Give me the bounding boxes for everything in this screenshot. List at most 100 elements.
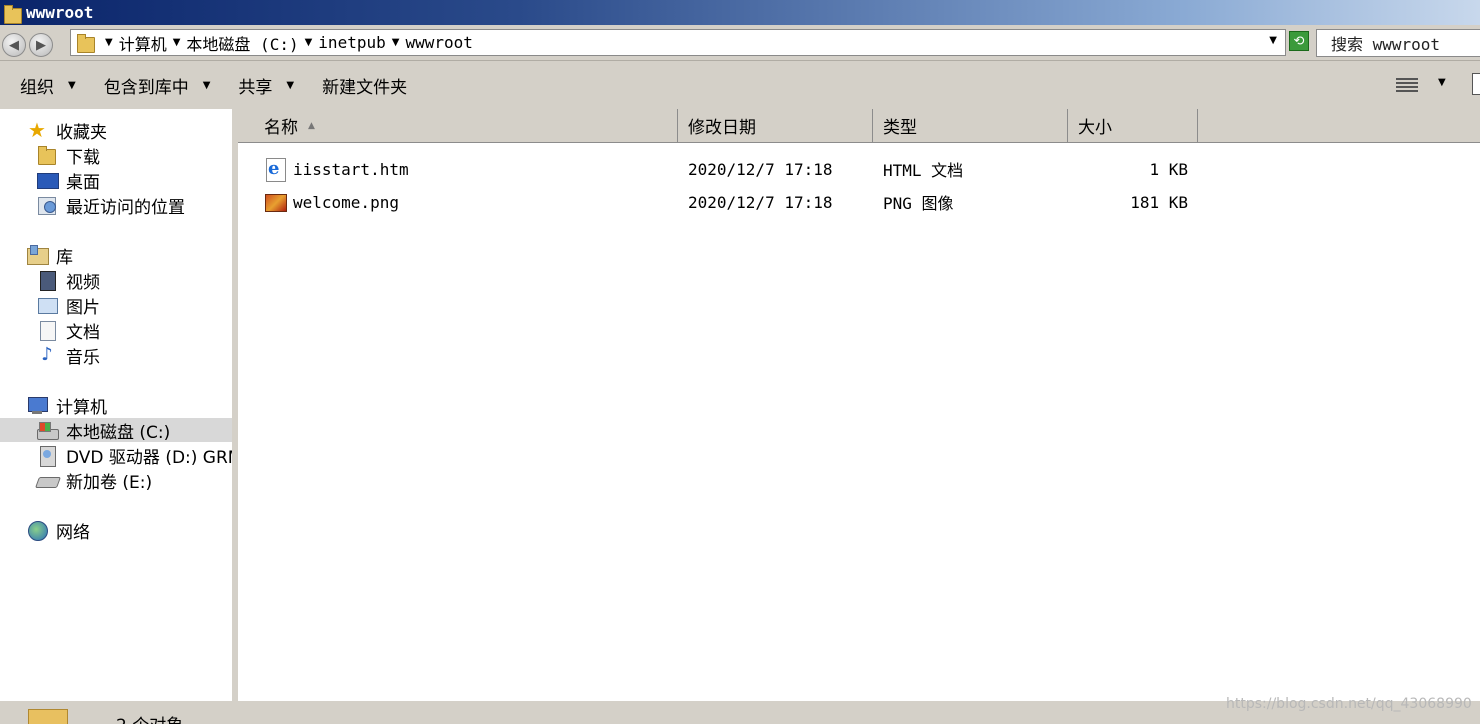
sidebar-item-pictures[interactable]: 图片 <box>36 293 100 318</box>
column-header-label: 类型 <box>883 118 917 138</box>
organize-label: 组织 <box>20 77 54 98</box>
sidebar-item-label: 桌面 <box>66 172 100 193</box>
breadcrumb-inetpub[interactable]: inetpub <box>318 33 385 52</box>
chevron-down-icon[interactable]: ▼ <box>105 37 113 48</box>
table-row[interactable]: welcome.png 2020/12/7 17:18 PNG 图像 181 K… <box>238 186 1480 218</box>
sidebar-item-network[interactable]: 网络 <box>26 518 90 543</box>
command-bar: 组织 ▼ 包含到库中 ▼ 共享 ▼ 新建文件夹 ▼ <box>0 61 1480 109</box>
file-type: PNG 图像 <box>883 194 954 213</box>
sidebar-item-label: 库 <box>56 247 73 268</box>
file-list: 名称 ▲ 修改日期 类型 大小 iisstart.htm 2020/12/7 1… <box>238 109 1480 701</box>
search-input[interactable]: 搜索 wwwroot <box>1316 29 1480 57</box>
network-icon <box>26 520 48 541</box>
sidebar-item-dvd-drive-d[interactable]: DVD 驱动器 (D:) GRM <box>36 443 232 468</box>
sidebar-item-label: 下载 <box>66 147 100 168</box>
sidebar-item-label: 计算机 <box>56 397 107 418</box>
column-header-label: 名称 <box>264 118 298 138</box>
watermark: https://blog.csdn.net/qq_43068990 <box>1226 696 1472 712</box>
recent-places-icon <box>36 195 58 215</box>
file-name: iisstart.htm <box>293 159 409 179</box>
sidebar-item-local-disk-c[interactable]: 本地磁盘 (C:) <box>0 418 232 443</box>
status-text: 2 个对象 <box>116 711 183 724</box>
file-size: 1 KB <box>1149 159 1188 179</box>
arrow-left-icon: ◀ <box>9 37 19 53</box>
folder-icon <box>28 709 68 724</box>
title-bar: wwwroot <box>0 0 1480 25</box>
dvd-drive-icon <box>36 445 58 467</box>
sidebar-item-label: 新加卷 (E:) <box>66 472 153 493</box>
chevron-down-icon: ▼ <box>286 79 295 91</box>
sidebar-item-downloads[interactable]: 下载 <box>36 143 100 168</box>
local-disk-icon <box>36 420 59 440</box>
sidebar-item-favorites[interactable]: ★ 收藏夹 <box>26 118 107 143</box>
sidebar-item-label: 文档 <box>66 322 100 343</box>
include-in-library-button[interactable]: 包含到库中 ▼ <box>104 73 211 98</box>
window-title: wwwroot <box>26 3 94 22</box>
column-header-name[interactable]: 名称 ▲ <box>238 109 678 143</box>
sidebar-item-videos[interactable]: 视频 <box>36 268 100 293</box>
chevron-down-icon[interactable]: ▼ <box>173 37 181 48</box>
share-label: 共享 <box>238 77 273 98</box>
drive-icon <box>36 470 58 490</box>
share-button[interactable]: 共享 ▼ <box>238 73 294 98</box>
star-icon: ★ <box>28 118 46 142</box>
table-row[interactable]: iisstart.htm 2020/12/7 17:18 HTML 文档 1 K… <box>238 153 1480 185</box>
sidebar-item-label: 视频 <box>66 272 100 293</box>
sidebar-item-recent-places[interactable]: 最近访问的位置 <box>36 193 185 218</box>
address-history-dropdown[interactable]: ▼ <box>1269 35 1277 46</box>
forward-button[interactable]: ▶ <box>29 33 53 57</box>
new-folder-button[interactable]: 新建文件夹 <box>322 73 407 98</box>
sidebar-item-documents[interactable]: 文档 <box>36 318 100 343</box>
new-folder-label: 新建文件夹 <box>322 77 408 98</box>
desktop-icon <box>36 170 59 190</box>
column-header-type[interactable]: 类型 <box>873 109 1068 143</box>
column-header-label: 大小 <box>1078 118 1112 138</box>
png-image-icon <box>264 191 287 213</box>
ie-document-icon <box>264 158 286 182</box>
sidebar-item-label: 最近访问的位置 <box>66 197 185 218</box>
column-header-label: 修改日期 <box>688 118 756 138</box>
preview-pane-button[interactable] <box>1472 73 1480 95</box>
music-library-icon: ♪ <box>41 344 53 365</box>
sidebar-item-desktop[interactable]: 桌面 <box>36 168 100 193</box>
breadcrumb-computer[interactable]: 计算机 <box>119 31 167 55</box>
breadcrumb-wwwroot[interactable]: wwwroot <box>405 33 472 52</box>
chevron-down-icon: ▼ <box>202 79 211 91</box>
sidebar-item-libraries[interactable]: 库 <box>26 243 73 268</box>
file-modified: 2020/12/7 17:18 <box>688 192 833 212</box>
refresh-button[interactable]: ⟲ <box>1289 31 1309 51</box>
view-options-icon[interactable] <box>1396 76 1418 94</box>
file-size: 181 KB <box>1130 192 1188 212</box>
chevron-down-icon[interactable]: ▼ <box>305 37 313 48</box>
downloads-folder-icon <box>36 145 58 165</box>
sort-ascending-icon: ▲ <box>308 120 315 131</box>
sidebar-item-label: DVD 驱动器 (D:) GRM <box>66 447 232 468</box>
breadcrumb-local-disk[interactable]: 本地磁盘 (C:) <box>186 31 298 55</box>
chevron-down-icon: ▼ <box>68 79 76 91</box>
navigation-pane: ★ 收藏夹 下载 桌面 最近访问的位置 库 视频 图片 文档 ♪ 音乐 计算机 … <box>0 109 232 701</box>
sidebar-item-label: 图片 <box>66 297 100 318</box>
pictures-library-icon <box>36 295 58 315</box>
sidebar-item-label: 音乐 <box>66 347 100 368</box>
arrow-right-icon: ▶ <box>36 37 46 53</box>
organize-button[interactable]: 组织 ▼ <box>20 73 76 98</box>
sidebar-item-computer[interactable]: 计算机 <box>26 393 107 418</box>
address-bar[interactable]: ▼ 计算机 ▼ 本地磁盘 (C:) ▼ inetpub ▼ wwwroot ▼ <box>70 29 1286 56</box>
sidebar-item-new-volume-e[interactable]: 新加卷 (E:) <box>36 468 153 493</box>
file-name-cell: welcome.png <box>264 186 399 218</box>
file-name-cell: iisstart.htm <box>264 153 409 185</box>
sidebar-item-label: 收藏夹 <box>56 122 107 143</box>
chevron-down-icon[interactable]: ▼ <box>392 37 400 48</box>
address-bar-row: ◀ ▶ ▼ 计算机 ▼ 本地磁盘 (C:) ▼ inetpub ▼ wwwroo… <box>0 25 1480 61</box>
back-button[interactable]: ◀ <box>2 33 26 57</box>
file-type: HTML 文档 <box>883 161 964 180</box>
refresh-icon: ⟲ <box>1293 33 1305 49</box>
folder-icon <box>75 33 95 53</box>
computer-icon <box>26 395 48 415</box>
sidebar-item-label: 本地磁盘 (C:) <box>66 422 171 443</box>
chevron-down-icon[interactable]: ▼ <box>1438 77 1446 88</box>
column-header-modified[interactable]: 修改日期 <box>678 109 873 143</box>
library-icon <box>26 245 49 265</box>
column-header-size[interactable]: 大小 <box>1068 109 1198 143</box>
sidebar-item-music[interactable]: ♪ 音乐 <box>36 343 100 368</box>
